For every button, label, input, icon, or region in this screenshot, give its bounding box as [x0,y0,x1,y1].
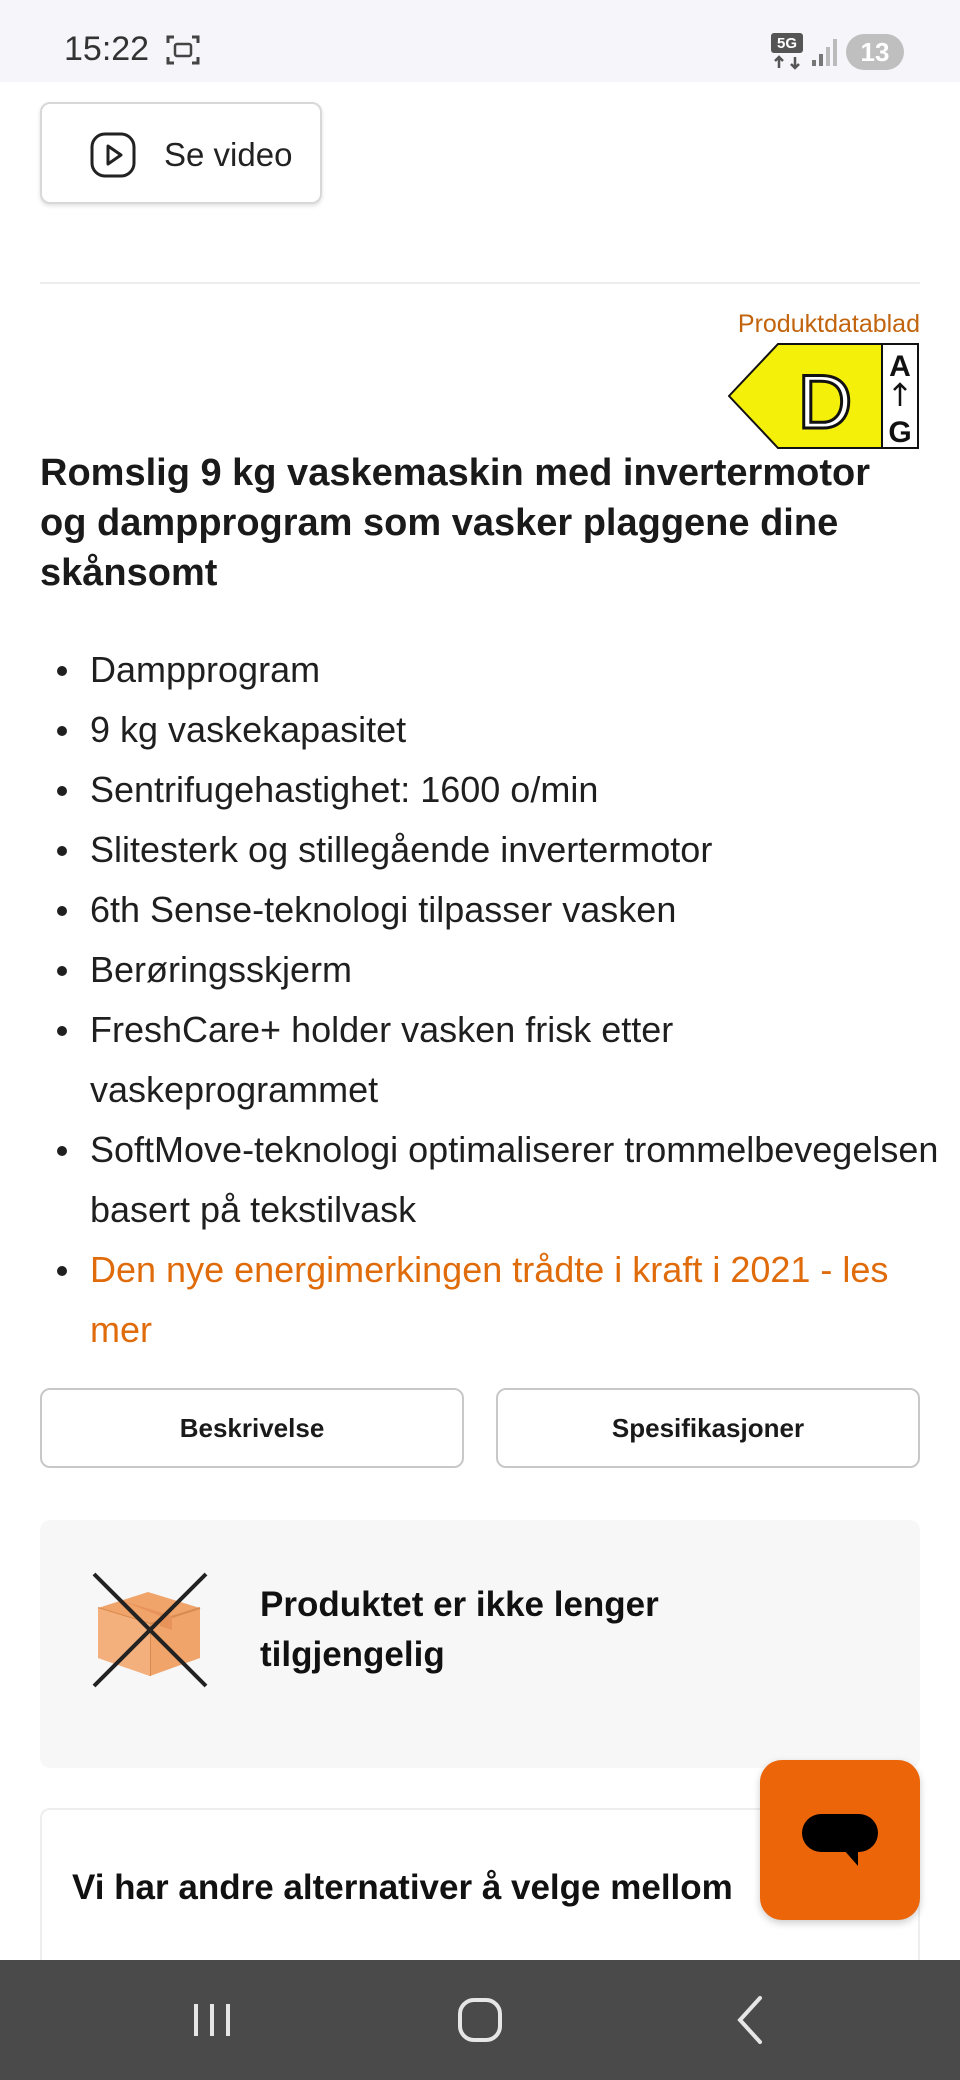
feature-item: Berøringsskjerm [40,940,940,1000]
recent-apps-icon[interactable] [188,1990,236,2050]
energy-scale-top: A [889,350,911,383]
play-icon [90,132,136,178]
alternatives-title: Vi har andre alternativer å velge mellom [72,1868,733,1907]
product-datasheet-link[interactable]: Produktdatablad [738,310,920,339]
feature-item: Sentrifugehastighet: 1600 o/min [40,760,940,820]
notification-badge: 13 [846,34,904,70]
feature-item: 9 kg vaskekapasitet [40,700,940,760]
energy-scale-bottom: G [888,416,911,449]
system-nav-bar [0,1960,960,2080]
unavailable-box-icon [92,1572,208,1688]
energy-label-info-link[interactable]: Den nye energimerkingen trådte i kraft i… [40,1240,940,1360]
feature-list: Dampprogram 9 kg vaskekapasitet Sentrifu… [40,640,940,1360]
feature-item: Dampprogram [40,640,940,700]
chat-icon [802,1814,878,1866]
status-bar: 15:22 5G 13 [0,0,960,82]
divider [40,282,920,284]
status-time: 15:22 [64,30,150,68]
signal-icon [812,39,837,66]
feature-item: 6th Sense-teknologi tilpasser vasken [40,880,940,940]
specifications-button[interactable]: Spesifikasjoner [496,1388,920,1468]
product-title: Romslig 9 kg vaskemaskin med invertermot… [40,452,870,594]
back-icon[interactable] [726,1990,774,2050]
watch-video-button[interactable]: Se video [40,102,322,204]
network-5g-icon: 5G [771,33,803,70]
availability-notice: Produktet er ikke lenger tilgjengelig [40,1520,920,1768]
home-icon[interactable] [452,1990,508,2050]
energy-class: D [798,360,853,445]
feature-item: SoftMove-teknologi optimaliserer trommel… [40,1120,940,1240]
feature-item: Slitesterk og stillegående invertermotor [40,820,940,880]
energy-class-label[interactable]: D A G [728,342,920,450]
description-button[interactable]: Beskrivelse [40,1388,464,1468]
chat-button[interactable] [760,1760,920,1920]
watch-video-label: Se video [164,136,293,173]
screenshot-icon [166,35,200,65]
feature-item: FreshCare+ holder vasken frisk etter vas… [40,1000,940,1120]
unavailable-message: Produktet er ikke lenger tilgjengelig [260,1585,659,1674]
network-label: 5G [777,35,797,52]
